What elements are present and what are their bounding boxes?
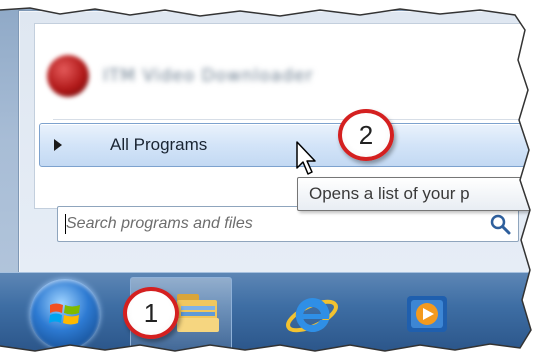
torn-paper-edge bbox=[0, 0, 551, 354]
screenshot-frame: ITM Video Downloader All Programs Opens … bbox=[0, 0, 551, 354]
